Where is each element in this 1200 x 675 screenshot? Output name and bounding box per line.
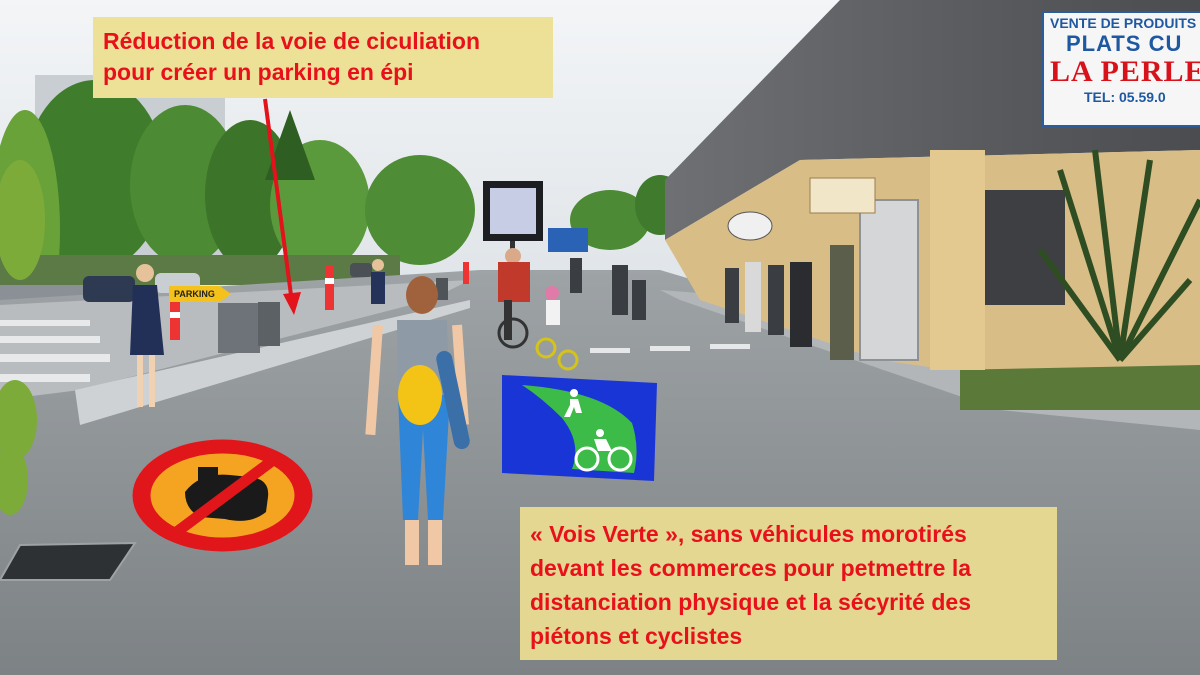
annotation-bottom: « Vois Verte », sans véhicules morotirés… <box>520 507 1057 660</box>
store-sign-line: PLATS CU <box>1066 31 1183 56</box>
shutter <box>859 199 919 361</box>
car <box>83 276 135 302</box>
road-sign <box>548 228 588 252</box>
woman-distant <box>371 259 385 304</box>
annotation-top: Réduction de la voie de ciculiation pour… <box>93 17 553 98</box>
annotation-line: pour créer un parking en épi <box>103 59 414 85</box>
annotation-line: piétons et cyclistes <box>530 623 743 649</box>
annotation-line: devant les commerces pour petmettre la <box>530 555 971 581</box>
store-sign-line: TEL: 05.59.0 <box>1084 89 1166 105</box>
round-sign <box>727 211 773 241</box>
bin <box>218 303 260 353</box>
shop-window <box>985 190 1065 305</box>
annotation-line: Réduction de la voie de ciculiation <box>103 28 481 54</box>
shop-pillar <box>930 150 985 370</box>
parking-sign: PARKING <box>169 286 231 302</box>
shop-awning-sign <box>809 177 876 214</box>
annotation-line: distanciation physique et la sécyrité de… <box>530 589 971 615</box>
no-motor-vehicles-icon <box>132 439 313 552</box>
store-sign-line: LA PERLE <box>1050 55 1200 88</box>
storm-drain <box>0 541 137 581</box>
store-sign: VENTE DE PRODUITS PLATS CU LA PERLE TEL:… <box>1042 11 1200 127</box>
car <box>350 263 372 277</box>
grass <box>960 365 1200 410</box>
pedestrian-cycle-path-icon <box>502 375 657 481</box>
annotation-line: « Vois Verte », sans véhicules morotirés <box>530 521 967 547</box>
down-arrow-icon <box>263 98 301 315</box>
store-sign-line: VENTE DE PRODUITS <box>1050 15 1197 31</box>
